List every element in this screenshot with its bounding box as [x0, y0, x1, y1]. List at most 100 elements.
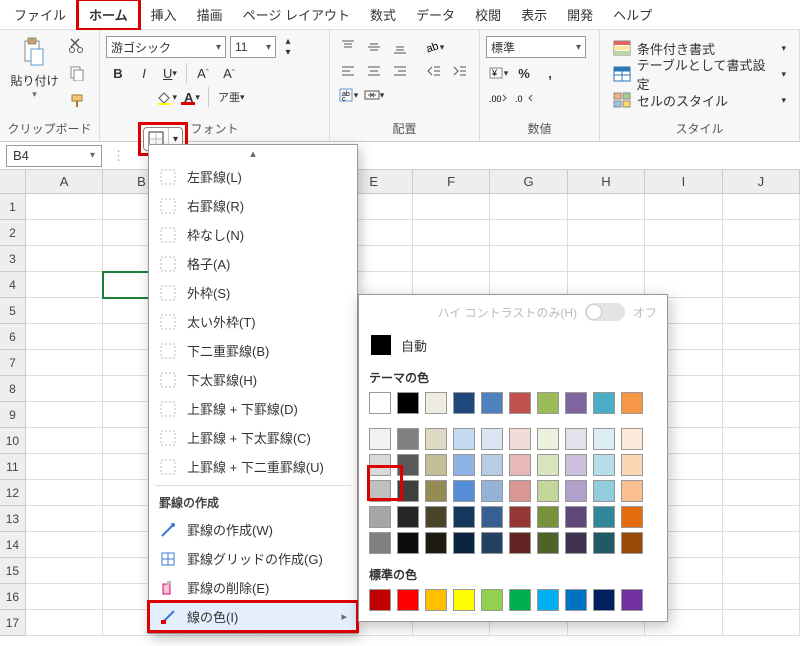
- cell[interactable]: [723, 272, 800, 298]
- color-swatch[interactable]: [397, 428, 419, 450]
- color-swatch[interactable]: [397, 480, 419, 502]
- row-header[interactable]: 9: [0, 402, 26, 428]
- line-color-menu-item[interactable]: 線の色(I)▸: [149, 602, 357, 631]
- font-color-button[interactable]: A ▾: [180, 86, 204, 108]
- border-draw-menu-item[interactable]: 罫線の作成(W): [149, 515, 357, 544]
- align-center-button[interactable]: [362, 60, 386, 82]
- cell[interactable]: [723, 402, 800, 428]
- cell[interactable]: [723, 428, 800, 454]
- row-header[interactable]: 3: [0, 246, 26, 272]
- color-swatch[interactable]: [453, 589, 475, 611]
- cell[interactable]: [645, 246, 722, 272]
- cell[interactable]: [723, 220, 800, 246]
- cell[interactable]: [723, 454, 800, 480]
- color-swatch[interactable]: [369, 532, 391, 554]
- row-header[interactable]: 4: [0, 272, 26, 298]
- color-swatch[interactable]: [621, 428, 643, 450]
- name-box[interactable]: B4▾: [6, 145, 102, 167]
- color-swatch[interactable]: [453, 506, 475, 528]
- color-swatch[interactable]: [593, 454, 615, 476]
- row-header[interactable]: 8: [0, 376, 26, 402]
- cell[interactable]: [723, 558, 800, 584]
- cell[interactable]: [490, 194, 567, 220]
- color-swatch[interactable]: [565, 428, 587, 450]
- cell[interactable]: [645, 220, 722, 246]
- color-swatch[interactable]: [453, 480, 475, 502]
- color-swatch[interactable]: [425, 589, 447, 611]
- italic-button[interactable]: I: [132, 62, 156, 84]
- cell[interactable]: [26, 532, 103, 558]
- cell[interactable]: [723, 194, 800, 220]
- row-header[interactable]: 11: [0, 454, 26, 480]
- cell[interactable]: [413, 246, 490, 272]
- align-left-button[interactable]: [336, 60, 360, 82]
- cell[interactable]: [568, 194, 645, 220]
- accounting-format-button[interactable]: ¥▾: [486, 62, 510, 84]
- phonetic-guide-button[interactable]: ア亜▾: [213, 86, 250, 108]
- align-top-button[interactable]: [336, 36, 360, 58]
- border-menu-item[interactable]: 左罫線(L): [149, 162, 357, 191]
- grow-font-icon[interactable]: Aˆ: [191, 62, 215, 84]
- decrease-font-button[interactable]: ▾: [280, 47, 296, 58]
- color-swatch[interactable]: [509, 428, 531, 450]
- cell[interactable]: [723, 298, 800, 324]
- cell[interactable]: [26, 402, 103, 428]
- color-swatch[interactable]: [453, 454, 475, 476]
- cell[interactable]: [413, 194, 490, 220]
- border-menu-item[interactable]: 下二重罫線(B): [149, 336, 357, 365]
- color-swatch[interactable]: [621, 506, 643, 528]
- column-header[interactable]: J: [723, 170, 800, 193]
- border-draw-menu-item[interactable]: 罫線グリッドの作成(G): [149, 544, 357, 573]
- cell[interactable]: [26, 350, 103, 376]
- color-swatch[interactable]: [621, 480, 643, 502]
- border-menu-item[interactable]: 上罫線 + 下罫線(D): [149, 394, 357, 423]
- color-swatch[interactable]: [453, 532, 475, 554]
- color-swatch[interactable]: [537, 506, 559, 528]
- color-swatch[interactable]: [453, 392, 475, 414]
- cell[interactable]: [26, 558, 103, 584]
- cell[interactable]: [26, 428, 103, 454]
- color-swatch[interactable]: [425, 454, 447, 476]
- align-middle-button[interactable]: [362, 36, 386, 58]
- cell[interactable]: [26, 298, 103, 324]
- cell[interactable]: [26, 376, 103, 402]
- row-header[interactable]: 17: [0, 610, 26, 636]
- tab-view[interactable]: 表示: [511, 1, 557, 28]
- color-swatch[interactable]: [509, 506, 531, 528]
- cell[interactable]: [723, 376, 800, 402]
- select-all-corner[interactable]: [0, 170, 26, 193]
- cell[interactable]: [723, 246, 800, 272]
- color-swatch[interactable]: [425, 532, 447, 554]
- font-size-select[interactable]: 11▾: [230, 36, 276, 58]
- border-draw-menu-item[interactable]: 罫線の削除(E): [149, 573, 357, 602]
- scroll-up-indicator[interactable]: ▴: [149, 147, 357, 162]
- row-header[interactable]: 5: [0, 298, 26, 324]
- cell[interactable]: [26, 324, 103, 350]
- color-swatch[interactable]: [593, 480, 615, 502]
- underline-button[interactable]: U▾: [158, 62, 182, 84]
- tab-help[interactable]: ヘルプ: [603, 1, 662, 28]
- color-swatch[interactable]: [565, 454, 587, 476]
- decrease-indent-button[interactable]: [422, 60, 446, 82]
- merge-center-button[interactable]: ▾: [362, 84, 386, 106]
- color-swatch[interactable]: [593, 428, 615, 450]
- tab-data[interactable]: データ: [406, 1, 465, 28]
- color-swatch[interactable]: [565, 480, 587, 502]
- color-swatch[interactable]: [397, 392, 419, 414]
- increase-font-button[interactable]: ▴: [280, 36, 296, 47]
- row-header[interactable]: 1: [0, 194, 26, 220]
- color-swatch[interactable]: [593, 589, 615, 611]
- color-swatch[interactable]: [397, 589, 419, 611]
- format-as-table-button[interactable]: テーブルとして書式設定▾: [608, 62, 791, 86]
- color-swatch[interactable]: [565, 392, 587, 414]
- cell[interactable]: [568, 220, 645, 246]
- cell[interactable]: [723, 532, 800, 558]
- cell[interactable]: [645, 194, 722, 220]
- row-header[interactable]: 6: [0, 324, 26, 350]
- color-swatch[interactable]: [369, 589, 391, 611]
- color-swatch[interactable]: [425, 480, 447, 502]
- fill-color-button[interactable]: ▾: [154, 86, 178, 108]
- align-right-button[interactable]: [388, 60, 412, 82]
- color-swatch[interactable]: [369, 506, 391, 528]
- format-painter-button[interactable]: [65, 90, 89, 112]
